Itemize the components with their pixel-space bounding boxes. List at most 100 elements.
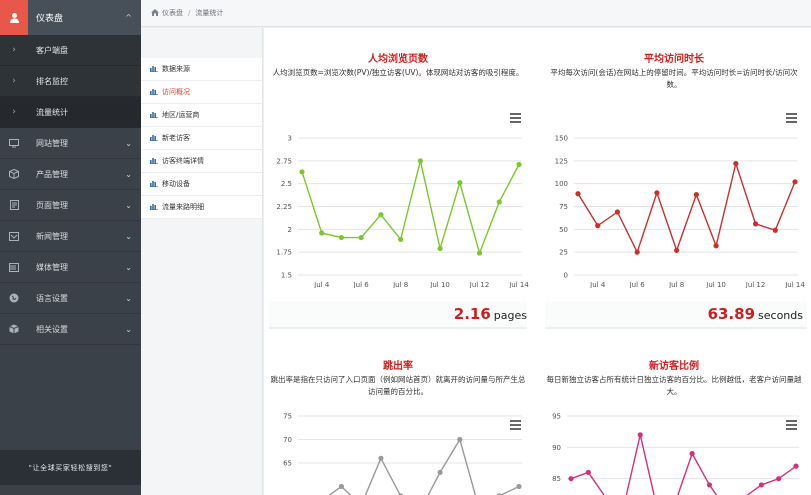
- submenu-item-label: 移动设备: [162, 180, 190, 188]
- sidebar-item-products[interactable]: 产品管理 ⌄: [0, 159, 141, 190]
- chart-avg-duration: 0 25 50 75 100 125 150 Jul 4 Jul 6 Jul 8 Jul 10 Jul…: [555, 135, 806, 289]
- y-tick-label: 70: [283, 436, 292, 444]
- submenu-item[interactable]: 流量来路明细: [141, 196, 262, 219]
- data-point: [595, 223, 601, 229]
- series-line: [328, 437, 520, 495]
- submenu-item[interactable]: 新老访客: [141, 127, 262, 150]
- box-icon: [0, 169, 28, 179]
- data-point: [733, 160, 739, 167]
- y-tick-label: 75: [559, 203, 568, 211]
- panel-description: 平均每次访问(会话)在网站上的停留时间。平均访问时长=访问时长/访问次数。: [550, 68, 798, 89]
- x-tick-label: Jul 14: [784, 281, 805, 288]
- data-point: [417, 158, 423, 164]
- globe-icon: [0, 293, 28, 303]
- data-point: [516, 483, 522, 490]
- sidebar-item-website[interactable]: 网站管理 ⌄: [0, 128, 141, 159]
- series-group: [575, 160, 798, 255]
- summary-value: 63.89: [707, 305, 756, 323]
- submenu-item[interactable]: 移动设备: [141, 173, 262, 196]
- panel-avg-duration: 平均访问时长 平均每次访问(会话)在网站上的停留时间。平均访问时长=访问时长/访…: [540, 50, 808, 91]
- y-tick-label: 3: [288, 135, 292, 143]
- data-point: [516, 161, 522, 168]
- x-tick-label: Jul 6: [629, 281, 646, 288]
- sidebar-item-media[interactable]: 媒体管理 ⌄: [0, 252, 141, 283]
- panel-title: 新访客比例: [649, 361, 699, 372]
- bar-chart-icon: [150, 134, 158, 143]
- data-point: [706, 482, 713, 488]
- sidebar-item-pages[interactable]: 页面管理 ⌄: [0, 190, 141, 221]
- data-point: [693, 192, 699, 198]
- bar-chart-icon: [150, 180, 158, 189]
- sidebar-item-language[interactable]: 语言设置 ⌄: [0, 283, 141, 314]
- data-point: [299, 169, 305, 175]
- chevron-down-icon: ⌄: [125, 138, 132, 148]
- y-tick-label: 125: [555, 157, 568, 165]
- data-point: [776, 476, 782, 482]
- sidebar-item-settings[interactable]: 相关设置 ⌄: [0, 314, 141, 345]
- bar-chart-icon: [150, 88, 158, 97]
- panel-title: 平均访问时长: [644, 54, 704, 65]
- bar-chart-icon: [150, 111, 158, 120]
- data-point: [496, 199, 502, 205]
- sidebar-item-label: 排名监控: [36, 76, 68, 86]
- stats-submenu: 数据来源访问概况地区/运营商 新老访客访客终端详情 移动设备流量来路明细: [141, 28, 263, 495]
- x-tick-label: Jul 6: [353, 281, 370, 288]
- sidebar-item-label: 新闻管理: [36, 231, 68, 241]
- data-point: [713, 243, 719, 249]
- bar-chart-icon: [150, 157, 158, 166]
- y-tick-label: 1.75: [276, 249, 292, 257]
- sidebar-item-label: 产品管理: [36, 169, 68, 179]
- media-icon: [0, 262, 28, 272]
- sidebar-subitem-ranking[interactable]: › 排名监控: [0, 66, 141, 97]
- breadcrumb-home-link[interactable]: 仪表盘: [162, 8, 183, 18]
- chevron-down-icon: ⌄: [125, 231, 132, 241]
- data-point: [585, 469, 591, 475]
- chevron-right-icon: ›: [12, 45, 16, 55]
- sidebar: 仪表盘 ^ › 客户端盘 › 排名监控 › 流量统计 网站管理 ⌄ 产品管理 ⌄…: [0, 0, 141, 495]
- sidebar-item-dashboard[interactable]: 仪表盘 ^: [0, 0, 141, 35]
- chevron-down-icon: ⌄: [125, 169, 132, 179]
- y-tick-label: 75: [283, 413, 292, 421]
- breadcrumb-separator: /: [188, 9, 191, 17]
- submenu-item[interactable]: 地区/运营商: [141, 104, 262, 127]
- x-tick-label: Jul 4: [313, 281, 330, 288]
- summary-value: 2.16: [453, 305, 491, 323]
- chevron-up-icon: ^: [125, 13, 132, 22]
- data-point: [457, 180, 463, 186]
- series-line: [577, 161, 796, 255]
- submenu-item-label: 访问概况: [162, 88, 190, 96]
- panel-bounce-rate: 跳出率 跳出率是指在只访问了入口页面（例如网站首页）就离开的访问量与所产生总访问…: [264, 357, 532, 398]
- x-tick-label: Jul 12: [469, 281, 490, 288]
- stats-content: 人均浏览页数 人均浏览页数=浏览次数(PV)/独立访客(UV)。体现网站对访客的…: [264, 28, 811, 495]
- sidebar-subitem-traffic[interactable]: › 流量统计: [0, 97, 141, 128]
- data-point: [476, 250, 483, 256]
- sidebar-slogan: "让全球买家轻松搜到您": [0, 450, 141, 485]
- x-tick-label: Jul 8: [668, 281, 684, 288]
- data-point: [437, 469, 443, 475]
- breadcrumb-current: 流量统计: [195, 9, 224, 17]
- sidebar-item-label: 语言设置: [36, 293, 68, 303]
- submenu-item[interactable]: 访问概况: [141, 81, 262, 104]
- y-tick-label: 150: [555, 135, 568, 143]
- data-point: [338, 234, 345, 241]
- data-point: [752, 221, 759, 227]
- data-point: [772, 227, 778, 233]
- sidebar-item-news[interactable]: 新闻管理 ⌄: [0, 221, 141, 252]
- submenu-item[interactable]: 访客终端详情: [141, 150, 262, 173]
- sidebar-item-label: 媒体管理: [36, 262, 68, 272]
- data-point: [614, 209, 621, 215]
- chevron-right-icon: ›: [12, 107, 16, 117]
- sidebar-item-label: 仪表盘: [36, 14, 64, 24]
- y-tick-label: 2.75: [276, 157, 292, 165]
- y-tick-label: 25: [559, 249, 568, 257]
- y-tick-label: 100: [555, 180, 568, 188]
- chevron-right-icon: ›: [12, 76, 16, 86]
- sidebar-subitem-client[interactable]: › 客户端盘: [0, 35, 141, 66]
- chevron-down-icon: ⌄: [125, 293, 132, 303]
- data-point: [674, 247, 680, 253]
- chevron-down-icon: ⌄: [125, 324, 132, 334]
- submenu-item[interactable]: 数据来源: [141, 58, 262, 81]
- submenu-item-label: 访客终端详情: [162, 157, 204, 165]
- summary-unit: seconds: [758, 309, 803, 322]
- data-point: [319, 230, 325, 236]
